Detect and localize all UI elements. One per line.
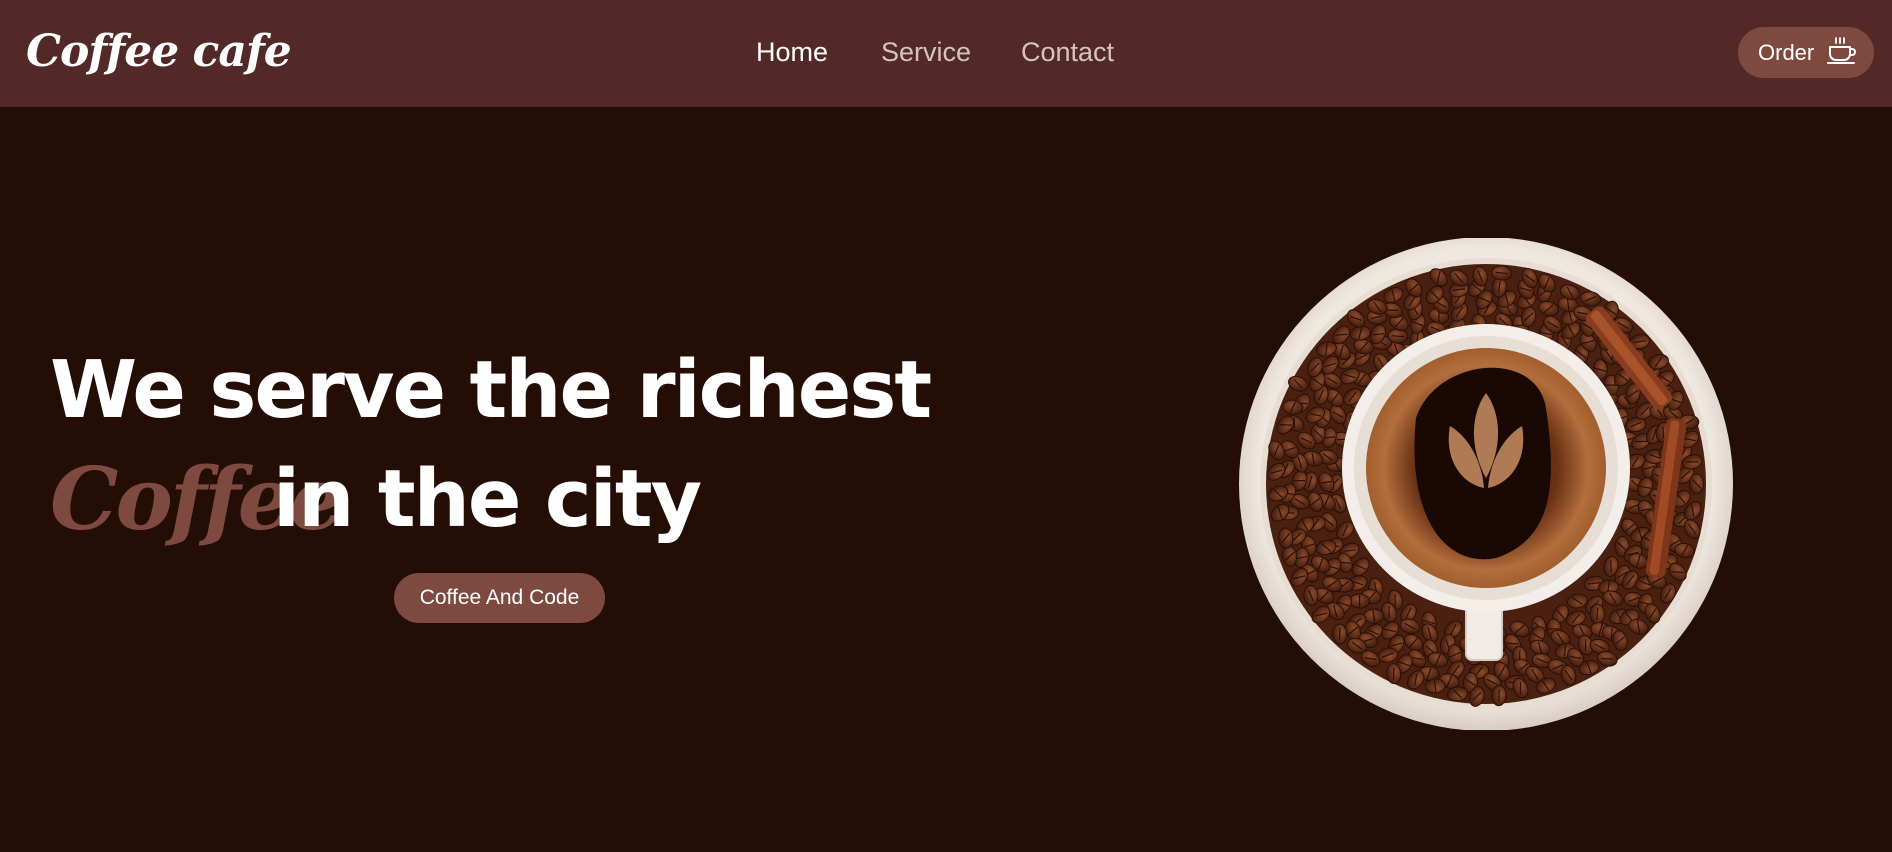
hero-heading-line2-text: in the city	[273, 453, 702, 545]
nav-link-contact[interactable]: Contact	[1021, 36, 1114, 68]
hero-heading-line1: We serve the richest	[50, 344, 932, 436]
coffee-cup-icon	[1827, 37, 1856, 64]
nav-link-service[interactable]: Service	[881, 36, 971, 68]
order-button[interactable]: Order	[1738, 27, 1874, 78]
coffee-cup-on-beans-image	[1239, 238, 1733, 730]
nav-link-home[interactable]: Home	[756, 36, 828, 68]
navbar: Coffee cafe Home Service Contact Order	[0, 0, 1892, 107]
cta-button[interactable]: Coffee And Code	[394, 573, 605, 623]
logo[interactable]: Coffee cafe	[26, 22, 292, 82]
order-button-label: Order	[1758, 40, 1815, 65]
